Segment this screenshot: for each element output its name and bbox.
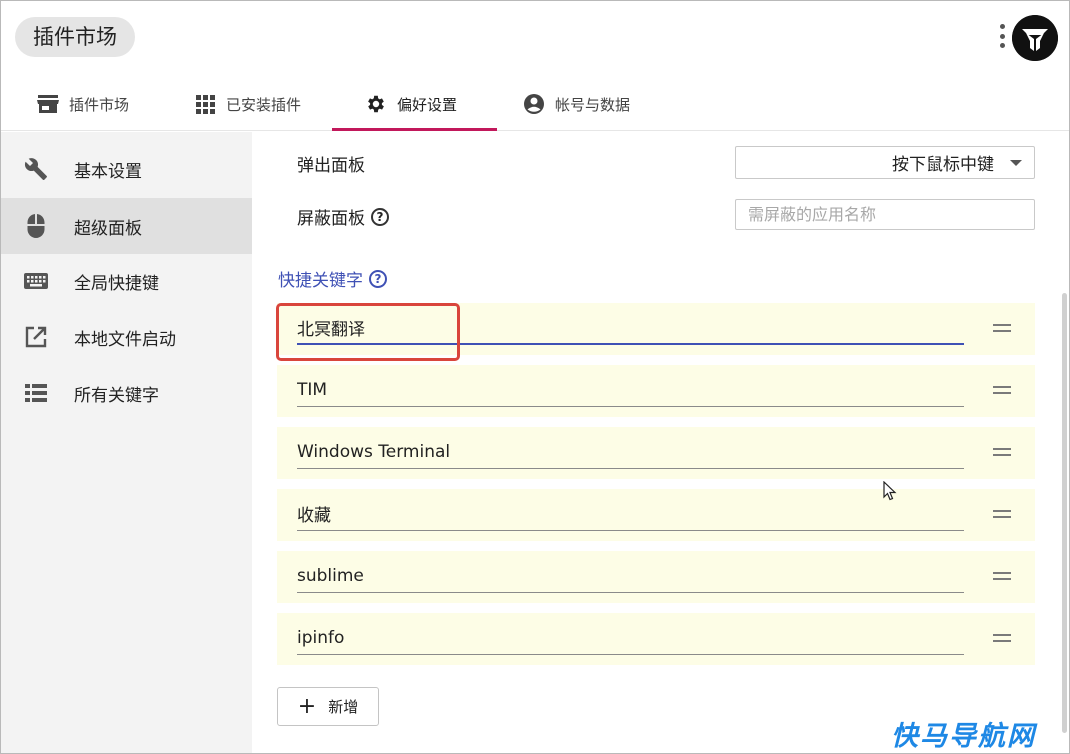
mouse-cursor-icon bbox=[883, 481, 897, 501]
sidebar-item-label: 基本设置 bbox=[74, 161, 142, 182]
drag-handle-icon[interactable] bbox=[993, 510, 1011, 518]
keywords-section-title: 快捷关键字 ? bbox=[278, 266, 387, 291]
sidebar-item-global-hotkeys[interactable]: 全局快捷键 bbox=[1, 253, 252, 309]
logo-icon bbox=[1012, 15, 1058, 61]
tab-bar: 插件市场 已安装插件 偏好设置 帐号与数据 bbox=[1, 77, 1069, 131]
external-link-icon bbox=[23, 324, 49, 350]
block-panel-label: 屏蔽面板 bbox=[297, 209, 365, 229]
sidebar-item-label: 所有关键字 bbox=[74, 385, 159, 406]
help-icon[interactable]: ? bbox=[369, 269, 387, 288]
keyword-input[interactable] bbox=[297, 311, 964, 345]
keyword-input[interactable] bbox=[297, 373, 964, 407]
tab-installed-label: 已安装插件 bbox=[226, 95, 302, 114]
sidebar-item-label: 本地文件启动 bbox=[74, 329, 176, 350]
block-panel-label-row: 屏蔽面板 ? bbox=[297, 204, 389, 229]
keyword-row bbox=[277, 303, 1035, 355]
sidebar-item-label: 超级面板 bbox=[74, 218, 142, 239]
tab-market[interactable]: 插件市场 bbox=[37, 77, 129, 131]
list-icon bbox=[23, 380, 49, 406]
popup-panel-label: 弹出面板 bbox=[297, 156, 365, 176]
tab-market-label: 插件市场 bbox=[69, 95, 130, 114]
drag-handle-icon[interactable] bbox=[993, 634, 1011, 642]
help-icon[interactable]: ? bbox=[371, 207, 389, 226]
wrench-icon bbox=[23, 156, 49, 182]
tab-installed[interactable]: 已安装插件 bbox=[194, 77, 301, 131]
app-window: 插件市场 插件市场 已安装插件 偏好设置 帐号与数据 基本设置 超级面板 全局快… bbox=[0, 0, 1070, 754]
sidebar-item-local-launch[interactable]: 本地文件启动 bbox=[1, 309, 252, 365]
sidebar-item-label: 全局快捷键 bbox=[74, 273, 159, 294]
popup-trigger-select[interactable]: 按下鼠标中键 bbox=[735, 146, 1035, 179]
app-title[interactable]: 插件市场 bbox=[15, 17, 135, 57]
more-vert-icon[interactable] bbox=[993, 21, 1011, 51]
keywords-title: 快捷关键字 bbox=[278, 271, 363, 291]
add-keyword-label: 新增 bbox=[328, 698, 359, 716]
tab-preferences-label: 偏好设置 bbox=[397, 95, 458, 114]
drag-handle-icon[interactable] bbox=[993, 386, 1011, 394]
keyword-row bbox=[277, 365, 1035, 417]
grid-icon bbox=[194, 93, 216, 115]
sidebar-item-all-keywords[interactable]: 所有关键字 bbox=[1, 365, 252, 421]
keyword-row bbox=[277, 427, 1035, 479]
caret-down-icon bbox=[1010, 160, 1022, 166]
drag-handle-icon[interactable] bbox=[993, 572, 1011, 580]
scrollbar[interactable] bbox=[1062, 293, 1067, 733]
keyboard-icon bbox=[23, 268, 49, 294]
keyword-input[interactable] bbox=[297, 621, 964, 655]
tab-preferences[interactable]: 偏好设置 bbox=[365, 77, 457, 131]
avatar[interactable] bbox=[1012, 15, 1058, 61]
blocked-apps-input[interactable] bbox=[735, 199, 1035, 230]
sidebar: 基本设置 超级面板 全局快捷键 本地文件启动 所有关键字 bbox=[1, 132, 252, 753]
active-tab-indicator bbox=[332, 128, 497, 131]
gear-icon bbox=[365, 93, 387, 115]
popup-trigger-value: 按下鼠标中键 bbox=[892, 155, 994, 175]
keyword-input[interactable] bbox=[297, 435, 964, 469]
drag-handle-icon[interactable] bbox=[993, 448, 1011, 456]
store-icon bbox=[37, 93, 59, 115]
keyword-row bbox=[277, 489, 1035, 541]
keyword-input[interactable] bbox=[297, 559, 964, 593]
plus-icon: + bbox=[297, 693, 317, 719]
add-keyword-button[interactable]: + 新增 bbox=[277, 687, 379, 726]
mouse-icon bbox=[23, 213, 49, 239]
keyword-row bbox=[277, 613, 1035, 665]
account-icon bbox=[523, 93, 545, 115]
watermark-text: 快马导航网 bbox=[891, 721, 1036, 752]
tab-account-label: 帐号与数据 bbox=[555, 95, 631, 114]
sidebar-item-basic-settings[interactable]: 基本设置 bbox=[1, 141, 252, 197]
sidebar-item-super-panel[interactable]: 超级面板 bbox=[1, 198, 252, 254]
drag-handle-icon[interactable] bbox=[993, 324, 1011, 332]
tab-account[interactable]: 帐号与数据 bbox=[523, 77, 630, 131]
keyword-input[interactable] bbox=[297, 497, 964, 531]
keyword-row bbox=[277, 551, 1035, 603]
